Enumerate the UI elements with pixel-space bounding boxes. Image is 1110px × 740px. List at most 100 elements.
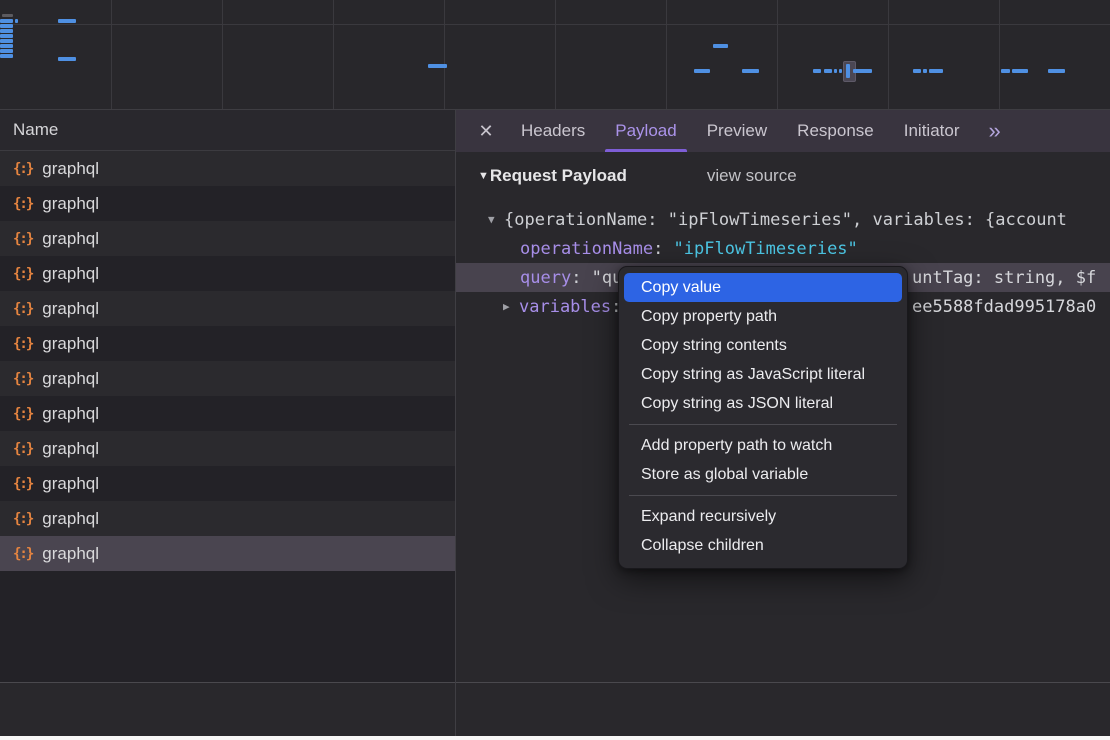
curly-braces-icon: {:} [13, 231, 32, 247]
timeline-bar [0, 29, 13, 33]
network-overview-timeline[interactable] [0, 0, 1110, 110]
key-value-separator: : [571, 268, 591, 288]
menu-item-collapse-children[interactable]: Collapse children [624, 531, 902, 560]
payload-row-operationname[interactable]: operationName: "ipFlowTimeseries" [456, 234, 1110, 263]
tab-preview[interactable]: Preview [692, 110, 782, 152]
request-name-label: graphql [42, 229, 99, 249]
menu-item-copy-string-contents[interactable]: Copy string contents [624, 331, 902, 360]
timeline-bar [923, 69, 927, 73]
timeline-bar [853, 69, 872, 73]
timeline-gridline [111, 0, 112, 109]
payload-root-row[interactable]: ▼{operationName: "ipFlowTimeseries", var… [456, 205, 1110, 234]
tab-headers[interactable]: Headers [506, 110, 600, 152]
network-request-list: {:} graphql {:} graphql {:} graphql {:} graphql… [0, 151, 455, 571]
menu-item-add-property-path-to-watch[interactable]: Add property path to watch [624, 431, 902, 460]
curly-braces-icon: {:} [13, 161, 32, 177]
timeline-bar [0, 44, 13, 48]
curly-braces-icon: {:} [13, 336, 32, 352]
timeline-gridline [666, 0, 667, 109]
curly-braces-icon: {:} [13, 511, 32, 527]
property-value-string: "ipFlowTimeseries" [674, 239, 858, 259]
curly-braces-icon: {:} [13, 301, 32, 317]
curly-braces-icon: {:} [13, 441, 32, 457]
timeline-bar [1048, 69, 1065, 73]
request-table: Name {:}graphql{:}graphql{:}graphql{:}gr… [0, 110, 456, 682]
devtools-network-panel: Name {:}graphql{:}graphql{:}graphql{:}gr… [0, 0, 1110, 740]
timeline-bar [0, 19, 13, 23]
request-name-label: graphql [42, 264, 99, 284]
request-name-label: graphql [42, 544, 99, 564]
curly-braces-icon: {:} [13, 546, 32, 562]
timeline-bar [846, 64, 850, 78]
detail-tab-bar: ✕ HeadersPayloadPreviewResponseInitiator… [456, 110, 1110, 152]
request-name-label: graphql [42, 474, 99, 494]
timeline-gridline [999, 0, 1000, 109]
tab-initiator[interactable]: Initiator [889, 110, 975, 152]
view-source-link[interactable]: view source [707, 166, 797, 186]
network-row-graphql[interactable]: {:} graphql [0, 186, 455, 221]
network-row-graphql[interactable]: {:}graphql [0, 396, 455, 431]
timeline-bar [742, 69, 759, 73]
tab-payload[interactable]: Payload [600, 110, 691, 152]
network-row-graphql[interactable]: {:} graphql [0, 291, 455, 326]
request-name-label: graphql [42, 509, 99, 529]
timeline-gridline [777, 0, 778, 109]
request-payload-section-header: ▼Request Payload view source [456, 152, 1110, 186]
section-collapse-arrow-icon[interactable]: ▼ [478, 170, 489, 182]
timeline-bar [929, 69, 943, 73]
close-icon[interactable]: ✕ [466, 110, 506, 152]
tab-response[interactable]: Response [782, 110, 889, 152]
curly-braces-icon: {:} [13, 476, 32, 492]
page-edge [0, 736, 1110, 740]
timeline-bar [428, 64, 447, 68]
request-name-label: graphql [42, 299, 99, 319]
menu-divider [629, 495, 897, 496]
timeline-bar [913, 69, 921, 73]
summary-footer [0, 682, 1110, 736]
timeline-bar-pending [2, 14, 13, 17]
curly-braces-icon: {:} [13, 196, 32, 212]
timeline-bar [0, 24, 13, 28]
menu-item-copy-property-path[interactable]: Copy property path [624, 302, 902, 331]
timeline-bar [15, 19, 18, 23]
request-name-label: graphql [42, 439, 99, 459]
request-name-label: graphql [42, 404, 99, 424]
name-column-header[interactable]: Name [0, 110, 455, 151]
network-row-graphql[interactable]: {:} graphql [0, 466, 455, 501]
section-title[interactable]: ▼Request Payload [478, 166, 627, 186]
more-tabs-icon[interactable]: » [978, 110, 1010, 152]
request-name-label: graphql [42, 159, 99, 179]
request-name-label: graphql [42, 369, 99, 389]
timeline-bar [813, 69, 821, 73]
timeline-gridline [888, 0, 889, 109]
timeline-bar [58, 57, 76, 61]
network-row-graphql[interactable]: {:} graphql [0, 536, 455, 571]
property-key: operationName [520, 239, 653, 259]
key-value-separator: : [653, 239, 673, 259]
network-row-graphql[interactable]: {:}graphql [0, 256, 455, 291]
timeline-bar [694, 69, 710, 73]
timeline-bar [0, 39, 13, 43]
property-value-right-fragment: untTag: string, $f [912, 263, 1096, 292]
network-row-graphql[interactable]: {:}graphql [0, 361, 455, 396]
network-row-graphql[interactable]: {:} graphql [0, 221, 455, 256]
network-row-graphql[interactable]: {:} graphql [0, 151, 455, 186]
expand-arrow-icon[interactable]: ▼ [488, 213, 504, 226]
menu-item-store-as-global-variable[interactable]: Store as global variable [624, 460, 902, 489]
property-key: variables [519, 297, 611, 317]
network-row-graphql[interactable]: {:}graphql [0, 326, 455, 361]
menu-item-copy-string-as-javascript-literal[interactable]: Copy string as JavaScript literal [624, 360, 902, 389]
network-row-graphql[interactable]: {:} graphql [0, 431, 455, 466]
menu-item-expand-recursively[interactable]: Expand recursively [624, 502, 902, 531]
timeline-bar [1012, 69, 1028, 73]
menu-item-copy-value[interactable]: Copy value [624, 273, 902, 302]
network-row-graphql[interactable]: {:} graphql [0, 501, 455, 536]
timeline-bar [824, 69, 832, 73]
timeline-bar [0, 49, 13, 53]
panel-divider[interactable] [455, 682, 456, 736]
collapsed-arrow-icon[interactable]: ▶ [503, 300, 519, 313]
menu-item-copy-string-as-json-literal[interactable]: Copy string as JSON literal [624, 389, 902, 418]
request-name-label: graphql [42, 194, 99, 214]
timeline-bar [58, 19, 76, 23]
timeline-bar [839, 69, 842, 73]
